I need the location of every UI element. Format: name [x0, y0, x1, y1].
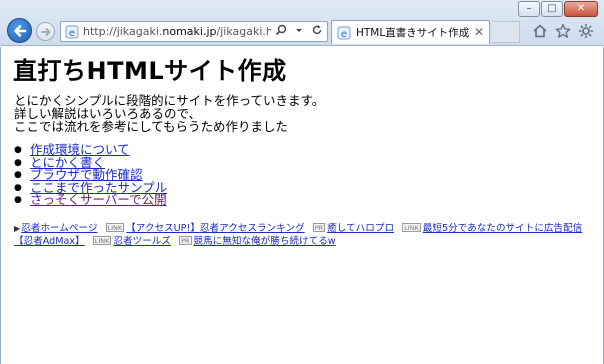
- close-window-button[interactable]: ✕: [564, 1, 598, 17]
- maximize-button[interactable]: □: [541, 1, 563, 17]
- tab-current[interactable]: e HTML直書きサイト作成 ✕: [331, 20, 490, 44]
- toc-list: ● 作成環境について ● とにかく書く ● ブラウザで動作確認 ● ここまで作ったサンプ…: [14, 143, 167, 207]
- back-arrow-icon: [13, 24, 26, 37]
- url-text[interactable]: http://jikagaki.nomaki.jp/jikagaki.html: [83, 25, 271, 38]
- ad-item: LINK 忍者ツールズ: [88, 236, 171, 247]
- home-icon[interactable]: [532, 22, 548, 40]
- ad-item: PR 癒してハロプロ: [308, 223, 394, 234]
- ad-badge: PR: [312, 223, 326, 232]
- ad-badge: LINK: [105, 223, 125, 232]
- bullet-icon: ●: [14, 170, 22, 181]
- bullet-icon: ●: [14, 145, 22, 155]
- toc-link[interactable]: さっそくサーバーで公開: [30, 194, 167, 207]
- tab-close-icon[interactable]: ✕: [474, 25, 484, 39]
- ad-item: PR 競馬に無知な俺が勝ち続けてるw: [174, 236, 336, 247]
- window-controls: – □ ✕: [518, 1, 598, 17]
- forward-arrow-icon: [40, 27, 50, 36]
- bullet-icon: ●: [14, 195, 22, 206]
- url-prefix: http://jikagaki.: [83, 25, 163, 38]
- refresh-icon[interactable]: [310, 24, 324, 39]
- svg-text:e: e: [341, 29, 347, 40]
- browser-chrome: – □ ✕ e http://jikagaki.nomaki.jp/jikaga…: [0, 0, 604, 46]
- intro-text: とにかくシンプルに段階的にサイトを作っていきます。 詳しい解説はいろいろあるので…: [14, 94, 324, 133]
- list-item: ● さっそくサーバーで公開: [14, 194, 167, 207]
- address-bar[interactable]: e http://jikagaki.nomaki.jp/jikagaki.htm…: [60, 21, 328, 42]
- tab-title: HTML直書きサイト作成: [356, 27, 470, 39]
- svg-text:e: e: [69, 28, 75, 39]
- back-button[interactable]: [7, 18, 32, 43]
- bullet-icon: ●: [14, 182, 22, 193]
- dropdown-icon[interactable]: [292, 24, 306, 39]
- ad-badge: PR: [179, 236, 192, 245]
- ad-badge: LINK: [92, 236, 112, 245]
- ad-banner: ▶忍者ホームページ LINK 【アクセスUP!】忍者アクセスランキング PR 癒して…: [14, 222, 594, 248]
- toolbar-icons: [532, 22, 594, 40]
- url-domain: nomaki.jp: [162, 25, 217, 38]
- page-title: 直打ちHTMLサイト作成: [13, 57, 287, 85]
- ad-badge: LINK: [402, 223, 421, 232]
- favorites-star-icon[interactable]: [555, 22, 571, 40]
- address-bar-icons: [274, 24, 324, 39]
- url-path: /jikagaki.html: [216, 25, 272, 38]
- new-tab-button[interactable]: [492, 21, 520, 43]
- page-content: 直打ちHTMLサイト作成 とにかくシンプルに段階的にサイトを作っていきます。 詳…: [0, 47, 604, 364]
- search-icon[interactable]: [274, 24, 288, 39]
- minimize-button[interactable]: –: [518, 1, 540, 17]
- forward-button[interactable]: [36, 22, 55, 41]
- intro-line: ここでは流れを参考にしてもらうため作りました: [14, 119, 289, 134]
- ie-page-icon: e: [65, 25, 79, 39]
- ad-link[interactable]: 忍者ツールズ: [113, 236, 171, 247]
- tools-gear-icon[interactable]: [578, 22, 594, 40]
- ad-item: LINK 【アクセスUP!】忍者アクセスランキング: [101, 223, 305, 234]
- arrow-right-icon: ▶: [14, 224, 21, 233]
- ie-tab-icon: e: [337, 26, 351, 40]
- ad-link[interactable]: 忍者ホームページ: [21, 223, 97, 234]
- ad-link[interactable]: 癒してハロプロ: [327, 223, 394, 234]
- ad-link[interactable]: 競馬に無知な俺が勝ち続けてるw: [194, 236, 336, 247]
- ad-item: ▶忍者ホームページ: [14, 223, 97, 234]
- bullet-icon: ●: [14, 157, 22, 168]
- ad-link[interactable]: 【アクセスUP!】忍者アクセスランキング: [126, 223, 305, 234]
